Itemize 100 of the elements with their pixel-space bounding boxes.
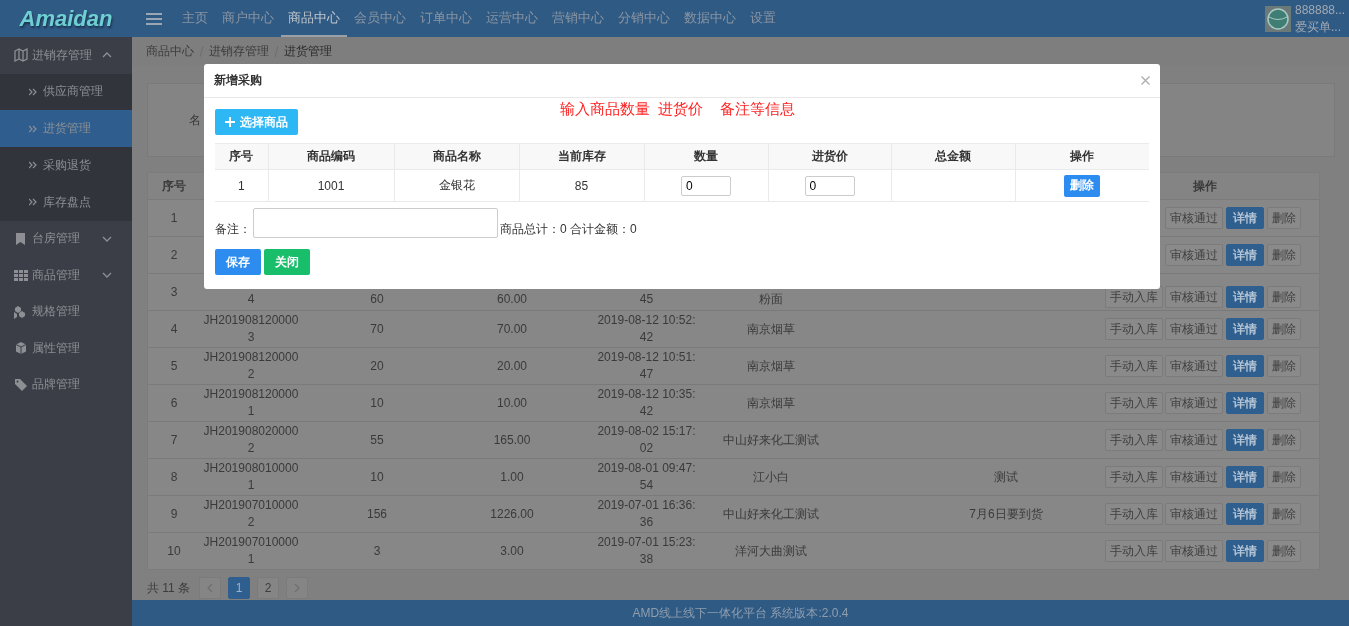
column-header: 商品名称 (394, 143, 519, 170)
breadcrumb-link[interactable]: 进货管理 (284, 43, 332, 60)
modal-title: 新增采购 (214, 72, 262, 89)
table-cell: 南京烟草 (747, 320, 795, 338)
grid-icon (14, 268, 28, 283)
avatar-icon[interactable] (1265, 5, 1291, 32)
sidebar-subitem[interactable]: 采购退货 (0, 147, 132, 184)
save-button[interactable]: 保存 (215, 249, 261, 275)
table-cell: 20 (370, 357, 384, 375)
action-button[interactable]: 详情 (1226, 286, 1264, 308)
table-cell: 9 (170, 505, 178, 523)
sidebar-subitem[interactable]: 库存盘点 (0, 183, 132, 221)
table-cell: 洋河大曲测试 (735, 542, 807, 560)
plus-icon (225, 117, 235, 127)
action-button[interactable]: 详情 (1226, 503, 1264, 525)
table-cell: JH2019080200002 (202, 423, 300, 457)
action-button[interactable]: 详情 (1226, 355, 1264, 377)
close-button[interactable]: 关闭 (264, 249, 310, 275)
sidebar-item[interactable]: 品牌管理 (0, 366, 132, 403)
table-cell: 20.00 (497, 357, 527, 375)
table-cell: 70.00 (497, 320, 527, 338)
page-button[interactable]: 2 (257, 577, 280, 599)
column-header: 数量 (644, 143, 768, 170)
footer-text: AMD线上线下一体化平台 系统版本:2.0.4 (632, 604, 849, 622)
table-cell-text: 4 (246, 291, 256, 308)
column-header: 商品编码 (268, 143, 394, 170)
nav-tab[interactable]: 设置 (743, 0, 783, 37)
breadcrumb-link[interactable]: 进销存管理 (209, 43, 269, 60)
action-button[interactable]: 详情 (1226, 392, 1264, 414)
table-cell: 江小白 (753, 468, 789, 486)
map-icon (14, 48, 28, 63)
sidebar-subitem[interactable]: 进货管理 (0, 110, 132, 147)
table-cell-text: 2019-08-12 10:52:42 (596, 312, 697, 346)
select-goods-button[interactable]: 选择商品 (215, 109, 298, 135)
action-button[interactable]: 详情 (1226, 540, 1264, 562)
nav-tab[interactable]: 数据中心 (677, 0, 743, 37)
table-cell: 10 (167, 542, 181, 560)
price-field[interactable]: 0 (804, 175, 855, 196)
sidebar-subitem[interactable]: 供应商管理 (0, 73, 132, 111)
table-cell: 165.00 (493, 431, 531, 449)
table-cell: JH2019081200003 (202, 312, 300, 346)
table-cell: 南京烟草 (747, 394, 795, 412)
table-cell: 3 (373, 542, 381, 560)
table-cell-text: 2019-08-01 09:47:54 (596, 460, 697, 494)
nav-tab[interactable]: 商户中心 (215, 0, 281, 37)
table-cell: 1 (170, 209, 178, 227)
table-cell: 金银花 (438, 178, 475, 192)
sidebar-item[interactable]: 商品管理 (0, 257, 132, 294)
nav-tab[interactable]: 运营中心 (479, 0, 545, 37)
shop-name: 爱买单... (1295, 18, 1342, 36)
column-header: 序号 (162, 177, 186, 195)
menu-icon[interactable] (146, 12, 162, 25)
chevrons-icon (29, 161, 37, 170)
column-header: 进货价 (768, 143, 891, 170)
table-cell: 3 (170, 283, 178, 301)
action-button[interactable]: 详情 (1226, 429, 1264, 451)
sidebar-item[interactable]: 进销存管理 (0, 37, 132, 74)
sidebar-item[interactable]: 台房管理 (0, 220, 132, 257)
quantity-field[interactable]: 0 (681, 175, 731, 196)
table-cell-text: 2019-08-12 10:35:42 (596, 386, 697, 420)
table-cell: 测试 (994, 468, 1018, 486)
delete-button[interactable]: 删除 (1064, 174, 1101, 197)
table-cell: 南京烟草 (747, 357, 795, 375)
table-cell: 7月6日要到货 (969, 505, 1043, 523)
summary-text: 商品总计：0 合计金额：0 (500, 221, 637, 238)
table-cell-text: 2019-08-12 10:51:47 (596, 349, 697, 383)
bookmark-icon (14, 231, 28, 246)
close-icon[interactable] (1141, 76, 1150, 85)
chevrons-icon (29, 198, 37, 207)
remark-field[interactable] (253, 208, 498, 238)
table-cell: 156 (367, 505, 387, 523)
table-cell: 60.00 (497, 291, 527, 308)
total-count: 共 11 条 (147, 579, 191, 597)
action-button[interactable]: 详情 (1226, 244, 1264, 266)
nav-tab[interactable]: 营销中心 (545, 0, 611, 37)
previous-page-button[interactable] (199, 577, 222, 599)
table-cell: 1 (237, 178, 245, 193)
table-cell: 8 (170, 468, 178, 486)
nav-tab[interactable]: 会员中心 (347, 0, 413, 37)
column-header: 当前库存 (519, 143, 644, 170)
nav-tab[interactable]: 订单中心 (413, 0, 479, 37)
nav-tab[interactable]: 分销中心 (611, 0, 677, 37)
next-page-button[interactable] (286, 577, 309, 599)
table-cell: 中山好来化工测试 (723, 505, 819, 523)
breadcrumb-link[interactable]: 商品中心 (146, 43, 194, 60)
sidebar-item[interactable]: 属性管理 (0, 330, 132, 367)
search-label: 名 (189, 111, 201, 129)
table-cell: 1.00 (500, 468, 524, 486)
page-button[interactable]: 1 (228, 577, 251, 599)
action-button[interactable]: 详情 (1226, 466, 1264, 488)
hint-text: 输入商品数量 进货价 备注等信息 (560, 100, 795, 119)
table-cell: 10.00 (497, 394, 527, 412)
nav-tab[interactable]: 主页 (175, 0, 215, 37)
action-button[interactable]: 详情 (1226, 318, 1264, 340)
table-cell: 3.00 (500, 542, 524, 560)
column-header: 操作 (1193, 177, 1217, 195)
sidebar-item[interactable]: 规格管理 (0, 293, 132, 330)
table-cell: 10 (370, 468, 384, 486)
action-button[interactable]: 详情 (1226, 207, 1264, 229)
table-cell: 60 (370, 291, 384, 308)
